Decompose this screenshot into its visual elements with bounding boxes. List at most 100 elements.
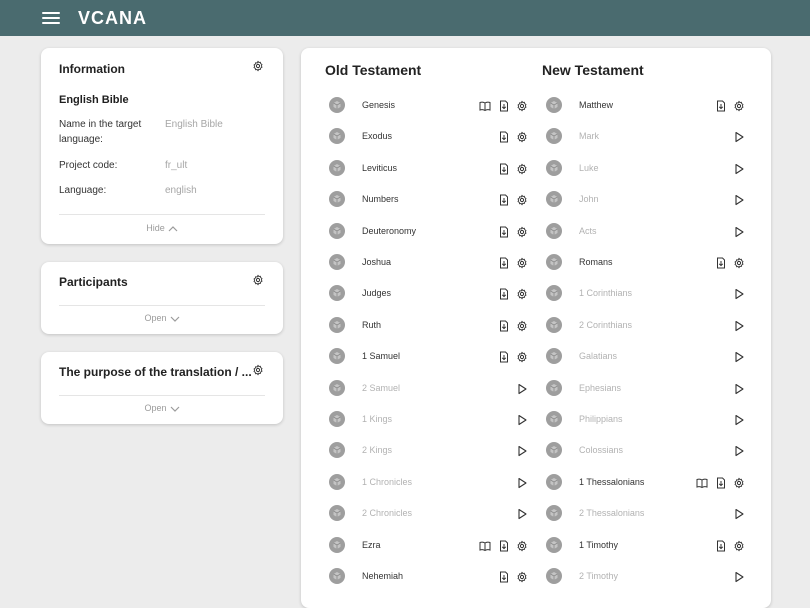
book-row[interactable]: Leviticus — [329, 158, 528, 178]
book-name: 1 Kings — [362, 414, 393, 424]
play-icon[interactable] — [516, 476, 528, 488]
gear-icon[interactable] — [516, 350, 528, 363]
book-row[interactable]: 2 Kings — [329, 440, 528, 460]
book-row[interactable]: Nehemiah — [329, 566, 528, 586]
play-icon[interactable] — [733, 287, 745, 300]
open-book-icon[interactable] — [479, 99, 491, 112]
book-row[interactable]: 1 Kings — [329, 409, 528, 429]
book-row[interactable]: 1 Chronicles — [329, 472, 528, 492]
download-icon[interactable] — [498, 319, 510, 332]
book-row[interactable]: 1 Timothy — [546, 535, 745, 555]
play-icon[interactable] — [733, 507, 745, 520]
book-row[interactable]: Numbers — [329, 189, 528, 209]
gear-icon[interactable] — [252, 364, 264, 376]
gear-icon[interactable] — [516, 539, 528, 551]
gear-icon[interactable] — [516, 570, 528, 583]
book-row[interactable]: 1 Thessalonians — [546, 472, 745, 492]
book-row[interactable]: Judges — [329, 283, 528, 303]
download-icon[interactable] — [715, 539, 727, 552]
field-value-language: english — [165, 185, 197, 196]
play-icon[interactable] — [733, 350, 745, 363]
book-row[interactable]: Ephesians — [546, 378, 745, 398]
play-icon[interactable] — [516, 444, 528, 457]
gear-icon[interactable] — [516, 319, 528, 331]
download-icon[interactable] — [498, 193, 510, 206]
gear-icon[interactable] — [516, 256, 528, 269]
play-icon[interactable] — [516, 382, 528, 394]
book-row[interactable]: Acts — [546, 221, 745, 241]
book-row[interactable]: Ruth — [329, 315, 528, 335]
book-name: Philippians — [579, 414, 623, 424]
book-icon — [329, 285, 345, 302]
open-label: Open — [144, 313, 167, 323]
chevron-down-icon — [170, 316, 179, 322]
play-icon[interactable] — [516, 413, 528, 426]
book-name: Numbers — [362, 194, 399, 205]
book-row[interactable]: John — [546, 189, 745, 209]
book-row[interactable]: Genesis — [329, 95, 528, 115]
download-icon[interactable] — [498, 350, 510, 363]
download-icon[interactable] — [498, 256, 510, 269]
book-row[interactable]: Philippians — [546, 409, 745, 429]
open-label: Open — [144, 403, 167, 413]
purpose-open-toggle[interactable]: Open — [41, 403, 283, 413]
participants-title: Participants — [59, 275, 128, 289]
book-row[interactable]: 2 Samuel — [329, 378, 528, 398]
play-icon[interactable] — [733, 225, 745, 237]
gear-icon[interactable] — [516, 225, 528, 237]
book-row[interactable]: Ezra — [329, 535, 528, 555]
play-icon[interactable] — [516, 507, 528, 520]
download-icon[interactable] — [498, 130, 510, 143]
book-icon — [546, 97, 562, 113]
book-row[interactable]: Deuteronomy — [329, 221, 528, 241]
book-row[interactable]: 2 Corinthians — [546, 315, 745, 335]
gear-icon[interactable] — [733, 476, 745, 488]
menu-icon[interactable] — [42, 12, 60, 24]
download-icon[interactable] — [498, 162, 510, 175]
download-icon[interactable] — [498, 539, 510, 552]
gear-icon[interactable] — [516, 287, 528, 300]
gear-icon[interactable] — [252, 274, 264, 286]
download-icon[interactable] — [498, 287, 510, 300]
book-row[interactable]: 2 Timothy — [546, 566, 745, 586]
hide-toggle[interactable]: Hide — [41, 223, 283, 233]
participants-open-toggle[interactable]: Open — [41, 313, 283, 323]
play-icon[interactable] — [733, 444, 745, 457]
open-book-icon[interactable] — [479, 539, 491, 551]
book-row[interactable]: 1 Corinthians — [546, 283, 745, 303]
gear-icon[interactable] — [252, 60, 264, 72]
book-name: Deuteronomy — [362, 225, 417, 236]
gear-icon[interactable] — [733, 539, 745, 551]
gear-icon[interactable] — [733, 99, 745, 112]
book-row[interactable]: Galatians — [546, 346, 745, 366]
download-icon[interactable] — [715, 256, 727, 269]
book-row[interactable]: 2 Thessalonians — [546, 503, 745, 523]
play-icon[interactable] — [733, 162, 745, 174]
play-icon[interactable] — [733, 193, 745, 206]
gear-icon[interactable] — [516, 99, 528, 112]
book-row[interactable]: 2 Chronicles — [329, 503, 528, 523]
book-row[interactable]: Colossians — [546, 440, 745, 460]
play-icon[interactable] — [733, 130, 745, 143]
book-row[interactable]: Exodus — [329, 126, 528, 146]
book-row[interactable]: 1 Samuel — [329, 346, 528, 366]
book-row[interactable]: Romans — [546, 252, 745, 272]
download-icon[interactable] — [715, 476, 727, 489]
book-row[interactable]: Joshua — [329, 252, 528, 272]
gear-icon[interactable] — [516, 130, 528, 143]
download-icon[interactable] — [715, 99, 727, 112]
book-row[interactable]: Mark — [546, 126, 745, 146]
download-icon[interactable] — [498, 99, 510, 112]
gear-icon[interactable] — [733, 256, 745, 269]
download-icon[interactable] — [498, 225, 510, 238]
play-icon[interactable] — [733, 570, 745, 583]
play-icon[interactable] — [733, 382, 745, 394]
book-row[interactable]: Matthew — [546, 95, 745, 115]
play-icon[interactable] — [733, 413, 745, 426]
play-icon[interactable] — [733, 319, 745, 331]
download-icon[interactable] — [498, 570, 510, 583]
open-book-icon[interactable] — [696, 476, 708, 488]
gear-icon[interactable] — [516, 193, 528, 206]
book-row[interactable]: Luke — [546, 158, 745, 178]
gear-icon[interactable] — [516, 162, 528, 174]
